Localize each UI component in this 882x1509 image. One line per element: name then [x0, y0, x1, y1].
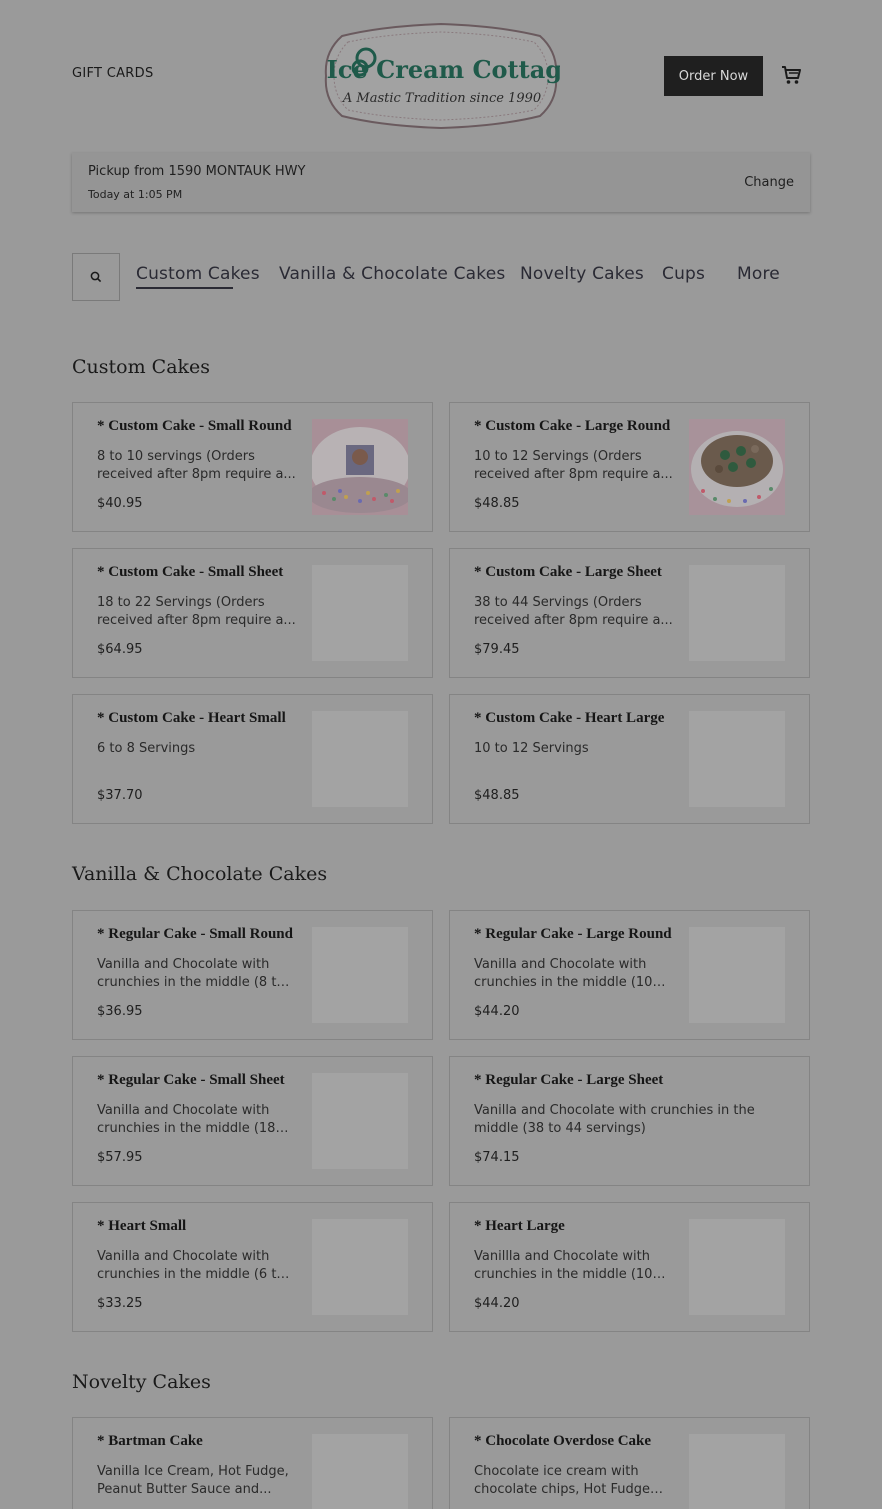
item-description: 10 to 12 Servings: [474, 741, 589, 756]
tab-custom-cakes[interactable]: Custom Cakes: [136, 264, 260, 284]
logo[interactable]: Ice Cream Cottage A Mastic Tradition sin…: [322, 22, 577, 130]
item-name: * Regular Cake - Small Sheet: [97, 1072, 285, 1088]
item-name: * Custom Cake - Small Round: [97, 418, 292, 434]
item-name: * Custom Cake - Large Round: [474, 418, 671, 434]
section-title: Vanilla & Chocolate Cakes: [72, 863, 328, 885]
item-image-placeholder: [689, 711, 785, 807]
item-name: * Bartman Cake: [97, 1433, 203, 1449]
pickup-time: Today at 1:05 PM: [88, 188, 183, 201]
menu-item-card[interactable]: * Custom Cake - Heart Small 6 to 8 Servi…: [72, 694, 433, 824]
item-name: * Heart Small: [97, 1218, 187, 1234]
item-name: * Regular Cake - Large Round: [474, 926, 672, 942]
item-price: $79.45: [474, 642, 520, 657]
pickup-bar: Pickup from 1590 MONTAUK HWY Today at 1:…: [72, 153, 810, 212]
item-price: $40.95: [97, 496, 143, 511]
section-title: Custom Cakes: [72, 356, 211, 378]
active-tab-indicator: [136, 287, 233, 289]
item-photo: [312, 419, 408, 515]
tab-more[interactable]: More: [737, 264, 780, 284]
item-name: * Regular Cake - Small Round: [97, 926, 293, 942]
menu-item-card[interactable]: * Regular Cake - Small Round Vanilla and…: [72, 910, 433, 1040]
pickup-location: Pickup from 1590 MONTAUK HWY: [88, 164, 306, 179]
item-name: * Custom Cake - Small Sheet: [97, 564, 284, 580]
item-price: $37.70: [97, 788, 143, 803]
item-price: $74.15: [474, 1150, 520, 1165]
item-image-placeholder: [312, 565, 408, 661]
menu-item-card[interactable]: * Custom Cake - Small Round 8 to 10 serv…: [72, 402, 433, 532]
menu-search-button[interactable]: [72, 253, 120, 301]
item-price: $48.85: [474, 788, 520, 803]
item-name: * Regular Cake - Large Sheet: [474, 1072, 664, 1088]
item-photo: [689, 419, 785, 515]
item-description: Vanilla and Chocolate with crunchies in …: [97, 1249, 285, 1282]
item-image-placeholder: [312, 1073, 408, 1169]
menu-item-card[interactable]: * Custom Cake - Large Round 10 to 12 Ser…: [449, 402, 810, 532]
menu-item-card[interactable]: * Bartman Cake Vanilla Ice Cream, Hot Fu…: [72, 1417, 433, 1509]
tab-cups[interactable]: Cups: [662, 264, 705, 284]
menu-item-card[interactable]: * Custom Cake - Small Sheet 18 to 22 Ser…: [72, 548, 433, 678]
item-name: * Chocolate Overdose Cake: [474, 1433, 652, 1449]
item-price: $48.85: [474, 496, 520, 511]
item-price: $64.95: [97, 642, 143, 657]
item-description: Vanilla and Chocolate with crunchies in …: [474, 957, 653, 990]
svg-text:A Mastic Tradition since 1990: A Mastic Tradition since 1990: [342, 91, 541, 106]
item-description: Vanilla and Chocolate with crunchies in …: [97, 957, 285, 990]
section-title: Novelty Cakes: [72, 1371, 211, 1393]
cart-icon[interactable]: [780, 64, 802, 86]
tab-novelty-cakes[interactable]: Novelty Cakes: [520, 264, 644, 284]
item-name: * Heart Large: [474, 1218, 565, 1234]
item-description: Chocolate ice cream with chocolate chips…: [474, 1464, 651, 1497]
item-description: 38 to 44 Servings (Orders received after…: [474, 595, 673, 628]
item-price: $36.95: [97, 1004, 143, 1019]
item-price: $57.95: [97, 1150, 143, 1165]
menu-item-card[interactable]: * Chocolate Overdose Cake Chocolate ice …: [449, 1417, 810, 1509]
menu-item-card[interactable]: * Regular Cake - Small Sheet Vanilla and…: [72, 1056, 433, 1186]
item-image-placeholder: [689, 565, 785, 661]
logo-badge-icon: Ice Cream Cottage A Mastic Tradition sin…: [324, 22, 577, 130]
menu-item-card[interactable]: * Regular Cake - Large Sheet Vanilla and…: [449, 1056, 810, 1186]
item-image-placeholder: [689, 927, 785, 1023]
item-image-placeholder: [312, 1434, 408, 1509]
item-description: Vanillla and Chocolate with crunchies in…: [474, 1249, 653, 1282]
item-price: $44.20: [474, 1296, 520, 1311]
item-description: 8 to 10 servings (Orders received after …: [97, 449, 296, 482]
item-image-placeholder: [312, 927, 408, 1023]
change-pickup-button[interactable]: Change: [744, 175, 794, 190]
item-price: $33.25: [97, 1296, 143, 1311]
menu-item-card[interactable]: * Heart Small Vanilla and Chocolate with…: [72, 1202, 433, 1332]
item-name: * Custom Cake - Heart Large: [474, 710, 665, 726]
tab-vanilla-chocolate-cakes[interactable]: Vanilla & Chocolate Cakes: [279, 264, 505, 284]
item-price: $44.20: [474, 1004, 520, 1019]
search-icon: [90, 271, 102, 283]
svg-text:Ice Cream Cottage: Ice Cream Cottage: [327, 55, 560, 84]
item-description: 18 to 22 Servings (Orders received after…: [97, 595, 296, 628]
site-header: GIFT CARDS Ice Cream Cottage A Mastic Tr…: [0, 0, 882, 150]
item-description: Vanilla Ice Cream, Hot Fudge, Peanut But…: [97, 1464, 289, 1497]
menu-item-card[interactable]: * Heart Large Vanillla and Chocolate wit…: [449, 1202, 810, 1332]
item-image-placeholder: [689, 1219, 785, 1315]
item-image-placeholder: [312, 1219, 408, 1315]
item-description: 10 to 12 Servings (Orders received after…: [474, 449, 673, 482]
item-description: 6 to 8 Servings: [97, 741, 196, 756]
order-now-button[interactable]: Order Now: [664, 56, 763, 96]
item-image-placeholder: [312, 711, 408, 807]
item-name: * Custom Cake - Large Sheet: [474, 564, 662, 580]
item-name: * Custom Cake - Heart Small: [97, 710, 286, 726]
item-description: Vanilla and Chocolate with crunchies in …: [474, 1103, 755, 1136]
menu-item-card[interactable]: * Custom Cake - Heart Large 10 to 12 Ser…: [449, 694, 810, 824]
item-description: Vanilla and Chocolate with crunchies in …: [97, 1103, 276, 1136]
item-image-placeholder: [689, 1434, 785, 1509]
menu-item-card[interactable]: * Custom Cake - Large Sheet 38 to 44 Ser…: [449, 548, 810, 678]
menu-item-card[interactable]: * Regular Cake - Large Round Vanilla and…: [449, 910, 810, 1040]
gift-cards-link[interactable]: GIFT CARDS: [72, 66, 154, 81]
